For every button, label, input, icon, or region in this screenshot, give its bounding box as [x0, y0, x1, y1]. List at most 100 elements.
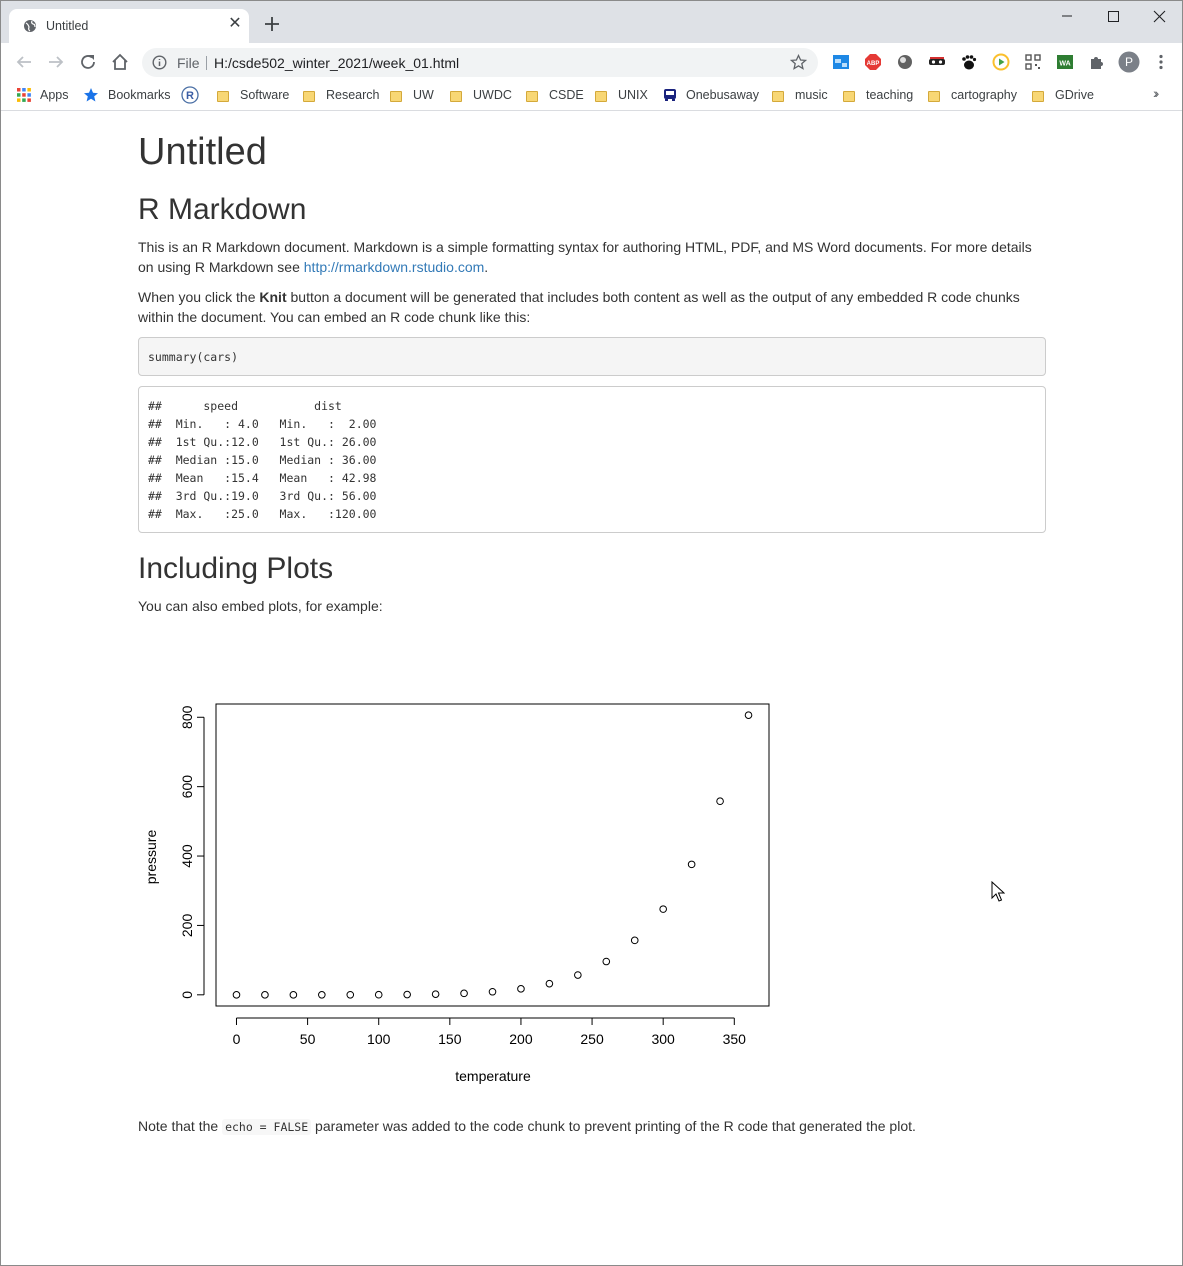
title-bar: Untitled ✕ [1, 1, 1182, 43]
x-tick-label: 350 [723, 1031, 747, 1047]
bookmark-teaching[interactable]: teaching [843, 86, 913, 104]
reload-icon[interactable] [77, 51, 99, 73]
bookmark-unix[interactable]: UNIX [595, 86, 648, 104]
data-point [630, 936, 639, 945]
svg-text:ABP: ABP [867, 61, 880, 67]
bookmarks-overflow-icon[interactable]: ›› [1153, 85, 1160, 101]
bookmark-gdrive[interactable]: GDrive [1032, 86, 1094, 104]
data-point [289, 991, 298, 999]
document-title: Untitled [138, 131, 267, 173]
adblock-plus-icon[interactable]: ABP [864, 53, 882, 71]
bookmark-apps[interactable]: Apps [16, 86, 69, 104]
home-icon[interactable] [109, 51, 131, 73]
forward-arrow-icon[interactable] [45, 51, 67, 73]
apps-grid-icon [17, 88, 31, 102]
bookmark-cartography[interactable]: cartography [928, 86, 1017, 104]
star-icon [84, 88, 98, 102]
close-window-icon[interactable] [1136, 5, 1182, 29]
svg-text:R: R [186, 90, 194, 102]
note-before: Note that the [138, 1118, 223, 1134]
y-tick-label: 200 [179, 914, 195, 938]
knit-bold: Knit [259, 289, 287, 305]
code-chunk-source: summary(cars) [138, 337, 1046, 376]
extension-wa-icon[interactable]: WA [1056, 53, 1074, 71]
paragraph-intro-text: This is an R Markdown document. Markdown… [138, 239, 1032, 275]
bookmark-uwdc[interactable]: UWDC [450, 86, 512, 104]
address-divider [206, 56, 207, 70]
r-logo-icon: R [181, 86, 199, 104]
bookmark-uw[interactable]: UW [390, 86, 434, 104]
address-url[interactable]: H:/csde502_winter_2021/week_01.html [214, 55, 459, 71]
bookmark-label: Bookmarks [108, 88, 171, 102]
bookmark-label: GDrive [1055, 88, 1094, 102]
folder-icon [526, 90, 538, 102]
folder-icon [772, 90, 784, 102]
extension-circle-icon[interactable] [896, 53, 914, 71]
new-tab-icon[interactable] [263, 15, 281, 33]
address-bar[interactable]: File H:/csde502_winter_2021/week_01.html [142, 48, 818, 77]
puzzle-extensions-icon[interactable] [1088, 53, 1106, 71]
x-tick-label: 150 [438, 1031, 462, 1047]
bookmark-label: Software [240, 88, 290, 102]
bookmark-music[interactable]: music [772, 86, 828, 104]
minimize-icon[interactable] [1044, 5, 1090, 29]
x-tick-label: 100 [367, 1031, 391, 1047]
globe-icon [24, 20, 36, 32]
info-icon[interactable] [152, 55, 167, 70]
pressure-scatter-plot: temperature pressure 0 50 100 150 200 250 300 3… [143, 703, 770, 1084]
bookmark-software[interactable]: Software [217, 86, 289, 104]
data-point [346, 990, 355, 999]
y-tick-label: 600 [179, 775, 195, 799]
x-tick-label: 300 [651, 1031, 675, 1047]
data-point [318, 991, 326, 999]
x-tick-label: 250 [580, 1031, 604, 1047]
bookmark-label: Research [326, 88, 380, 102]
bookmark-label: UNIX [618, 88, 648, 102]
folder-icon [843, 90, 855, 102]
data-point [716, 797, 724, 806]
extension-window-icon[interactable] [832, 53, 850, 71]
paragraph-knit-before: When you click the [138, 289, 260, 305]
extension-mask-icon[interactable] [928, 53, 946, 71]
back-arrow-icon[interactable] [13, 51, 35, 73]
data-point [460, 989, 468, 998]
tab-title: Untitled [46, 19, 89, 33]
x-axis-label: temperature [455, 1068, 531, 1084]
paragraph-note: Note that the echo = FALSE parameter was… [138, 1116, 1048, 1137]
data-point [744, 711, 753, 719]
bookmark-csde[interactable]: CSDE [526, 86, 584, 104]
profile-avatar[interactable]: P [1118, 51, 1140, 73]
folder-icon [928, 90, 940, 102]
maximize-icon[interactable] [1090, 5, 1136, 29]
address-scheme: File [177, 55, 200, 71]
page-viewport: Untitled R Markdown This is an R Markdow… [1, 111, 1182, 1265]
close-tab-icon[interactable]: ✕ [227, 16, 243, 32]
bookmark-star-icon[interactable] [790, 54, 807, 71]
browser-tab[interactable]: Untitled ✕ [9, 9, 249, 43]
data-point [659, 905, 667, 913]
bookmark-label: teaching [866, 88, 914, 102]
gnome-foot-icon[interactable] [960, 53, 978, 71]
folder-icon [390, 90, 402, 102]
folder-icon [303, 90, 315, 102]
y-axis-label: pressure [143, 830, 159, 885]
qr-code-icon[interactable] [1024, 53, 1042, 71]
bookmark-research[interactable]: Research [303, 86, 380, 104]
bookmark-r[interactable]: R [181, 86, 199, 104]
folder-icon [595, 90, 607, 102]
paragraph-intro-end: . [484, 259, 489, 275]
data-point [261, 991, 269, 999]
data-point [517, 985, 525, 993]
bookmark-label: UW [413, 88, 434, 102]
heading-r-markdown: R Markdown [138, 193, 307, 226]
media-play-icon[interactable] [992, 53, 1010, 71]
bookmark-onebusaway[interactable]: Onebusaway [663, 86, 759, 104]
data-point [488, 987, 497, 996]
data-point [431, 990, 440, 998]
bookmark-label: Onebusaway [686, 88, 759, 102]
bookmark-bookmarks[interactable]: Bookmarks [83, 86, 171, 104]
bookmark-label: UWDC [473, 88, 512, 102]
y-tick-label: 0 [179, 991, 195, 999]
kebab-menu-icon[interactable] [1152, 53, 1170, 71]
rmarkdown-link[interactable]: http://rmarkdown.rstudio.com [304, 259, 485, 275]
